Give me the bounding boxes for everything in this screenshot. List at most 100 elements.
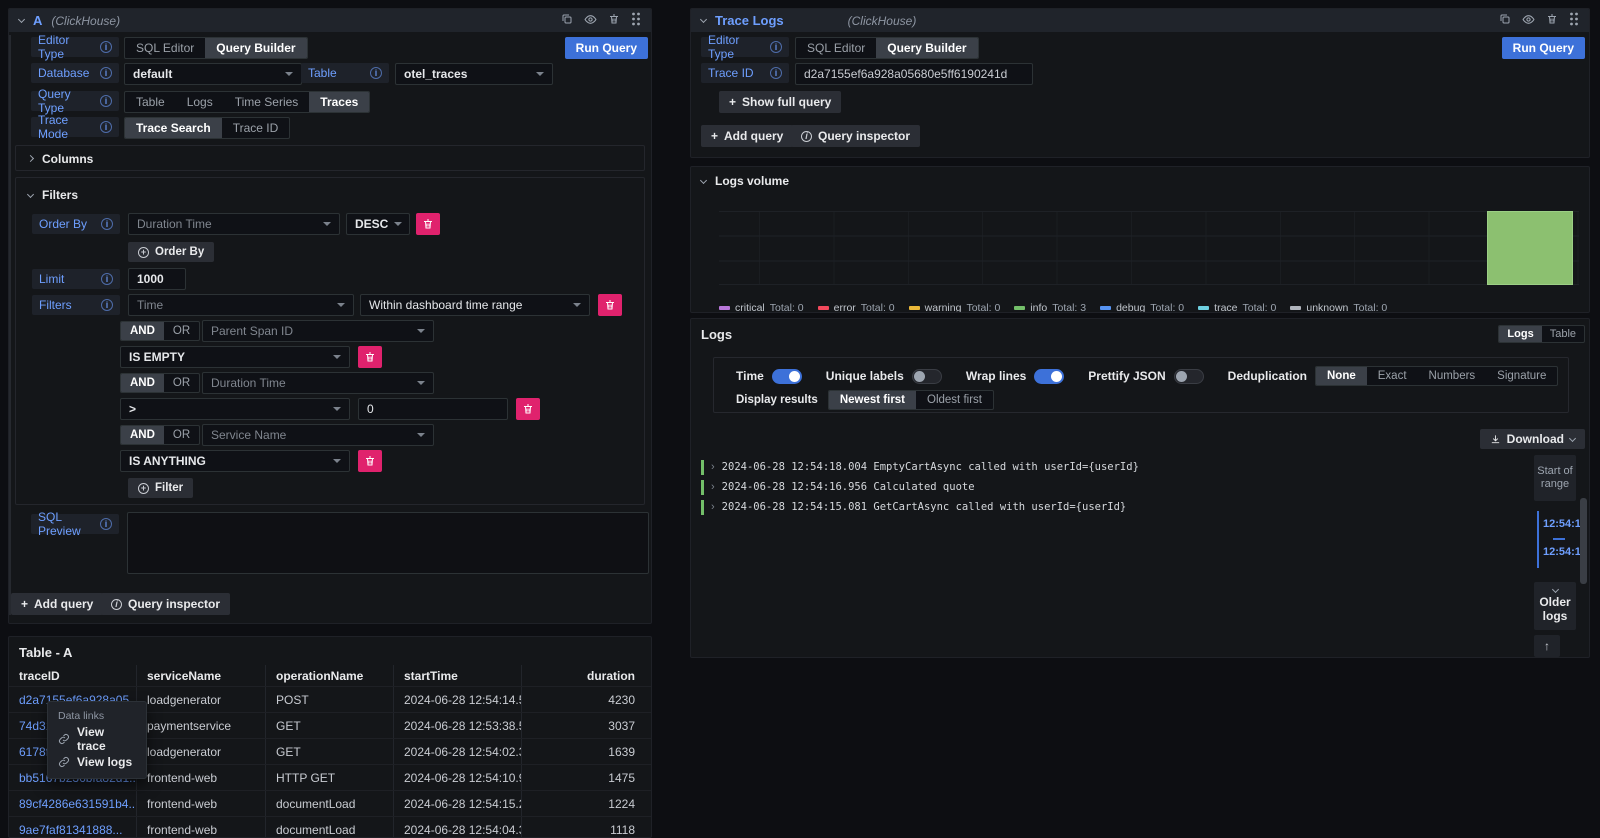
query-type-option-traces[interactable]: Traces (309, 92, 369, 112)
legend-item[interactable]: info Total: 3 (1014, 302, 1086, 313)
chart-plot-area[interactable] (719, 211, 1579, 285)
condition-field-select[interactable]: Service Name (202, 424, 434, 446)
add-order-by-button[interactable]: +Order By (128, 242, 214, 262)
order-by-field-select[interactable]: Duration Time (128, 213, 340, 235)
run-query-button[interactable]: Run Query (1502, 37, 1585, 59)
condition-operator-select[interactable]: IS EMPTY (120, 346, 350, 368)
info-icon[interactable]: i (770, 41, 782, 53)
logs-volume-title[interactable]: Logs volume (701, 174, 789, 188)
column-header[interactable]: traceID (9, 665, 137, 686)
info-icon[interactable]: i (101, 299, 113, 311)
editor-type-option-sql[interactable]: SQL Editor (125, 38, 205, 58)
trace-mode-option-search[interactable]: Trace Search (125, 118, 222, 138)
panel-a-header[interactable]: A (ClickHouse) (9, 9, 651, 32)
info-icon[interactable]: i (100, 67, 112, 79)
info-icon[interactable]: i (101, 273, 113, 285)
log-row[interactable]: › 2024-06-28 12:54:16.956 Calculated quo… (701, 477, 1491, 497)
log-row[interactable]: › 2024-06-28 12:54:15.081 GetCartAsync c… (701, 497, 1491, 517)
legend-item[interactable]: unknown Total: 0 (1290, 302, 1387, 313)
info-icon[interactable]: i (100, 121, 112, 133)
wrap-lines-toggle[interactable] (1034, 369, 1064, 384)
context-menu-item[interactable]: View trace (48, 727, 146, 750)
condition-operator-select[interactable]: > (120, 398, 350, 420)
time-toggle[interactable] (772, 369, 802, 384)
info-icon[interactable]: i (100, 518, 112, 530)
editor-type-option-builder[interactable]: Query Builder (876, 38, 977, 58)
condition-field-select[interactable]: Duration Time (202, 372, 434, 394)
copy-icon[interactable] (1499, 13, 1511, 28)
info-icon[interactable]: i (370, 67, 382, 79)
prettify-json-toggle[interactable] (1174, 369, 1204, 384)
trace-id-input[interactable]: d2a7155ef6a928a05680e5ff6190241d (795, 63, 1033, 85)
query-type-option-table[interactable]: Table (125, 92, 176, 112)
info-icon[interactable]: i (100, 41, 112, 53)
table-select[interactable]: otel_traces (395, 63, 553, 85)
trash-icon[interactable] (1546, 13, 1558, 28)
display-option-oldest[interactable]: Oldest first (916, 391, 993, 409)
trace-logs-header[interactable]: Trace Logs (ClickHouse) (691, 9, 1589, 32)
query-type-option-logs[interactable]: Logs (176, 92, 224, 112)
trace-id-link[interactable]: 9ae7faf81341888... (9, 817, 137, 838)
trace-mode-option-id[interactable]: Trace ID (222, 118, 290, 138)
eye-icon[interactable] (1522, 13, 1535, 29)
remove-condition-button[interactable] (516, 398, 540, 420)
run-query-button[interactable]: Run Query (565, 37, 648, 59)
legend-item[interactable]: trace Total: 0 (1198, 302, 1276, 313)
context-menu-item[interactable]: View logs (48, 750, 146, 773)
show-full-query-button[interactable]: +Show full query (719, 91, 841, 113)
remove-order-by-button[interactable] (416, 213, 440, 235)
database-select[interactable]: default (124, 63, 302, 85)
condition-operator-select[interactable]: IS ANYTHING (120, 450, 350, 472)
legend-item[interactable]: critical Total: 0 (719, 302, 804, 313)
dedup-option-signature[interactable]: Signature (1486, 367, 1557, 385)
view-option-table[interactable]: Table (1542, 326, 1584, 342)
download-button[interactable]: Download (1480, 429, 1585, 449)
condition-value-input[interactable]: 0 (358, 398, 508, 420)
dedup-option-numbers[interactable]: Numbers (1418, 367, 1487, 385)
info-icon[interactable]: i (770, 67, 782, 79)
add-filter-button[interactable]: +Filter (128, 478, 193, 498)
collapse-chevron-icon[interactable] (700, 16, 707, 23)
trace-id-link[interactable]: 89cf4286e631591b4... (9, 791, 137, 816)
or-option[interactable]: OR (164, 426, 199, 444)
display-option-newest[interactable]: Newest first (829, 391, 916, 409)
and-option[interactable]: AND (121, 322, 164, 340)
log-expand-chevron-icon[interactable]: › (711, 481, 715, 493)
trash-icon[interactable] (608, 13, 620, 28)
unique-labels-toggle[interactable] (912, 369, 942, 384)
drag-handle-icon[interactable] (631, 12, 641, 29)
legend-item[interactable]: debug Total: 0 (1100, 302, 1184, 313)
condition-field-select[interactable]: Parent Span ID (202, 320, 434, 342)
column-header[interactable]: duration (522, 665, 643, 686)
filter-time-field-select[interactable]: Time (128, 294, 354, 316)
columns-section[interactable]: Columns (15, 145, 645, 171)
older-logs-button[interactable]: Older logs (1534, 582, 1576, 630)
filter-time-range-select[interactable]: Within dashboard time range (360, 294, 590, 316)
add-query-button[interactable]: +Add query (11, 593, 103, 615)
limit-input[interactable]: 1000 (128, 268, 186, 290)
column-header[interactable]: operationName (266, 665, 394, 686)
query-inspector-button[interactable]: iQuery inspector (791, 125, 920, 147)
dedup-option-none[interactable]: None (1316, 367, 1367, 385)
remove-condition-button[interactable] (358, 346, 382, 368)
view-option-logs[interactable]: Logs (1499, 326, 1541, 342)
editor-type-option-sql[interactable]: SQL Editor (796, 38, 876, 58)
query-type-option-timeseries[interactable]: Time Series (224, 92, 310, 112)
order-by-direction-select[interactable]: DESC (346, 213, 410, 235)
column-header[interactable]: startTime (394, 665, 522, 686)
log-row[interactable]: › 2024-06-28 12:54:18.004 EmptyCartAsync… (701, 457, 1491, 477)
and-option[interactable]: AND (121, 374, 164, 392)
filters-section-header[interactable]: Filters (28, 188, 78, 202)
legend-item[interactable]: error Total: 0 (818, 302, 895, 313)
query-inspector-button[interactable]: iQuery inspector (101, 593, 230, 615)
copy-icon[interactable] (561, 13, 573, 28)
and-option[interactable]: AND (121, 426, 164, 444)
collapse-chevron-icon[interactable] (18, 16, 25, 23)
column-header[interactable]: serviceName (137, 665, 266, 686)
editor-type-option-builder[interactable]: Query Builder (205, 38, 306, 58)
eye-icon[interactable] (584, 13, 597, 29)
info-icon[interactable]: i (101, 218, 113, 230)
drag-handle-icon[interactable] (1569, 12, 1579, 29)
or-option[interactable]: OR (164, 374, 199, 392)
remove-filter-button[interactable] (598, 294, 622, 316)
